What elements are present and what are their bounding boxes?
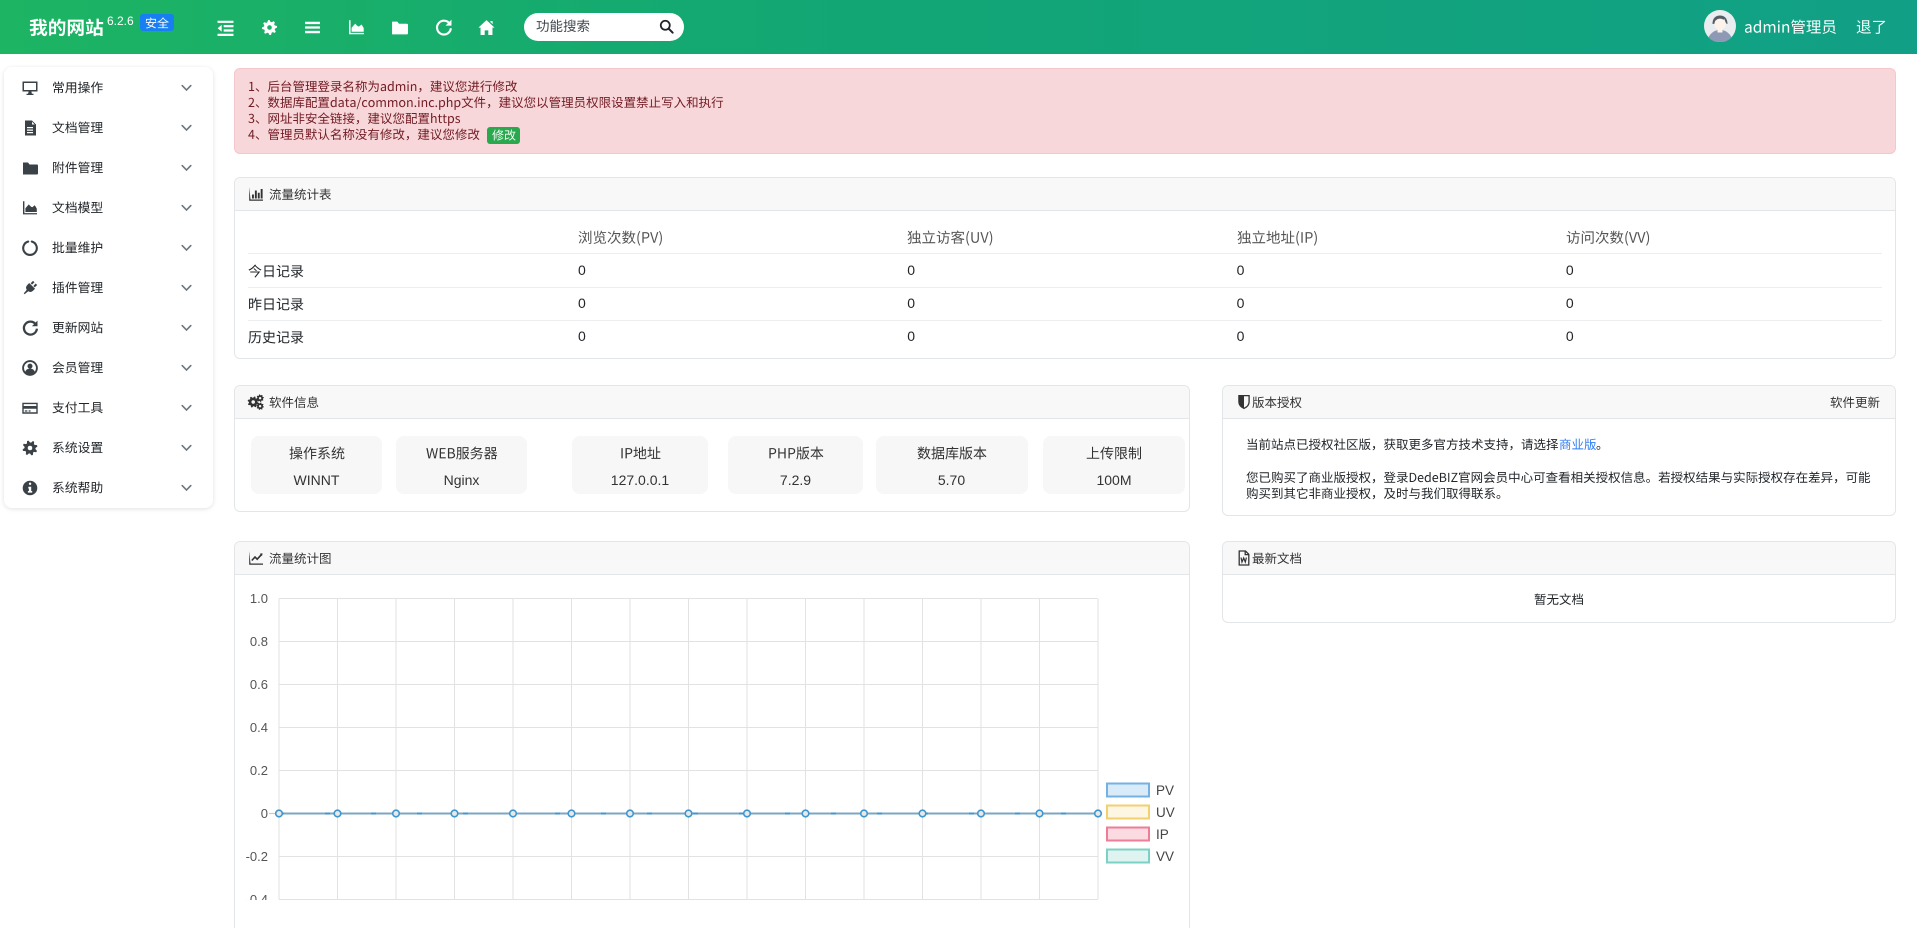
svg-text:-0.2: -0.2 bbox=[246, 849, 268, 864]
svg-text:0.8: 0.8 bbox=[250, 634, 268, 649]
svg-text:0.6: 0.6 bbox=[250, 677, 268, 692]
svg-text:IP: IP bbox=[1156, 827, 1169, 842]
svg-text:1.0: 1.0 bbox=[250, 591, 268, 606]
svg-text:0.4: 0.4 bbox=[250, 720, 268, 735]
svg-text:-0.4: -0.4 bbox=[246, 892, 268, 900]
svg-text:UV: UV bbox=[1156, 805, 1175, 820]
svg-text:0: 0 bbox=[261, 806, 268, 821]
svg-text:0.2: 0.2 bbox=[250, 763, 268, 778]
svg-text:VV: VV bbox=[1156, 849, 1174, 864]
svg-text:PV: PV bbox=[1156, 783, 1174, 798]
